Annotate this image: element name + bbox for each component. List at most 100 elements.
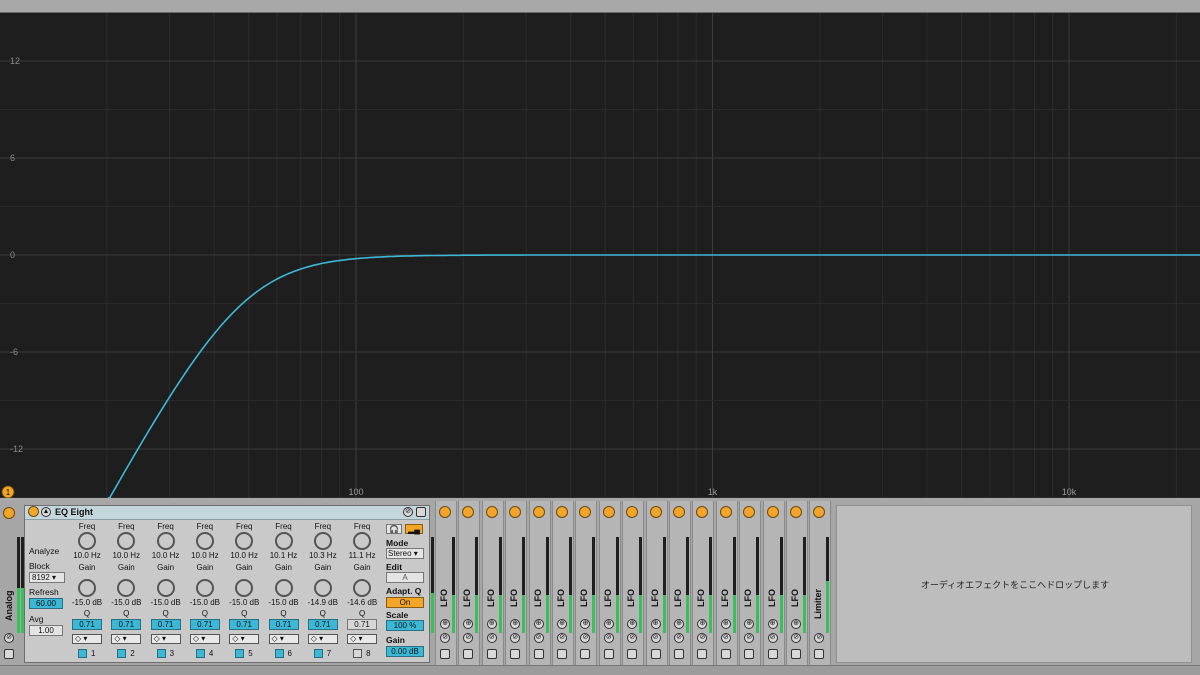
lfo-save-icon[interactable] [767,649,778,659]
lfo-save-icon[interactable] [533,649,544,659]
band-freq-value[interactable]: 10.1 Hz [266,551,302,560]
band-gain-knob[interactable] [313,579,332,597]
refresh-value[interactable]: 60.00 [29,598,63,609]
lfo-save-icon[interactable] [627,649,638,659]
band-enable-toggle[interactable] [117,649,127,658]
band-gain-knob[interactable] [235,579,254,597]
lfo-power-button[interactable] [719,506,732,518]
lfo-save-icon[interactable] [650,649,661,659]
lfo-map-icon[interactable]: ⊕ [720,619,731,629]
lfo-power-button[interactable] [532,506,545,518]
lfo-power-button[interactable] [462,506,475,518]
band-freq-knob[interactable] [313,532,332,550]
lfo-label[interactable]: LFO [696,589,706,607]
lfo-map-icon[interactable]: ⊕ [533,619,544,629]
band-filter-type-select[interactable]: ◇ ▾ [268,634,299,644]
headphone-icon[interactable]: 🎧 [386,524,402,534]
gain-out-value[interactable]: 0.00 dB [386,646,424,657]
band-filter-type-select[interactable]: ◇ ▾ [150,634,181,644]
lfo-map-icon[interactable]: ⊕ [697,619,708,629]
lfo-label[interactable]: LFO [790,589,800,607]
lfo-map-icon[interactable]: ⊕ [603,619,614,629]
lfo-save-icon[interactable] [791,649,801,659]
lfo-hotswap-icon[interactable]: ⊘ [744,633,755,643]
lfo-map-icon[interactable]: ⊕ [486,619,497,629]
band-freq-value[interactable]: 10.0 Hz [69,551,105,560]
band-freq-value[interactable]: 10.0 Hz [148,551,184,560]
lfo-power-button[interactable] [766,506,779,518]
lfo-hotswap-icon[interactable]: ⊘ [650,633,661,643]
lfo-hotswap-icon[interactable]: ⊘ [603,633,614,643]
lfo-save-icon[interactable] [463,649,474,659]
band-q-value[interactable]: 0.71 [307,619,338,630]
lfo-power-button[interactable] [790,506,802,518]
band-gain-knob[interactable] [353,579,372,597]
band-freq-value[interactable]: 10.3 Hz [305,551,341,560]
lfo-hotswap-icon[interactable]: ⊘ [463,633,474,643]
band-q-value[interactable]: 0.71 [229,619,260,630]
band-gain-knob[interactable] [156,579,175,597]
lfo-save-icon[interactable] [744,649,755,659]
lfo-map-icon[interactable]: ⊕ [744,619,755,629]
band-filter-type-select[interactable]: ◇ ▾ [229,634,260,644]
lfo-save-icon[interactable] [440,649,450,659]
lfo-save-icon[interactable] [697,649,708,659]
band-q-value[interactable]: 0.71 [111,619,142,630]
band-gain-value[interactable]: -15.0 dB [106,598,146,607]
band-freq-value[interactable]: 10.0 Hz [187,551,223,560]
band-enable-toggle[interactable] [313,649,323,658]
lfo-map-icon[interactable]: ⊕ [440,619,450,629]
lfo-label[interactable]: LFO [626,589,636,607]
band-enable-toggle[interactable] [195,649,205,658]
block-select[interactable]: 8192 ▾ [29,572,65,583]
scale-value[interactable]: 100 % [386,620,424,631]
lfo-save-icon[interactable] [557,649,567,659]
band-gain-value[interactable]: -15.0 dB [67,598,107,607]
eq-power-button[interactable] [28,506,39,517]
lfo-power-button[interactable] [509,506,522,518]
band-gain-value[interactable]: -14.6 dB [342,598,382,607]
band-filter-type-select[interactable]: ◇ ▾ [111,634,142,644]
lfo-hotswap-icon[interactable]: ⊘ [533,633,544,643]
lfo-hotswap-icon[interactable]: ⊘ [767,633,778,643]
lfo-save-icon[interactable] [486,649,497,659]
band-q-value[interactable]: 0.71 [189,619,220,630]
lfo-label[interactable]: LFO [556,589,566,607]
lfo-power-button[interactable] [696,506,709,518]
eq-title-bar[interactable]: ▲ EQ Eight ⊘ [25,506,429,520]
band-gain-knob[interactable] [78,579,96,597]
lfo-power-button[interactable] [626,506,639,518]
band-enable-toggle[interactable] [156,649,166,658]
lfo-hotswap-icon[interactable]: ⊘ [627,633,638,643]
lfo-hotswap-icon[interactable]: ⊘ [510,633,521,643]
band-q-value[interactable]: 0.71 [150,619,181,630]
lfo-power-button[interactable] [439,506,451,518]
band-freq-knob[interactable] [78,532,96,550]
band-q-value[interactable]: 0.71 [347,619,378,630]
band-enable-toggle[interactable] [353,649,363,658]
lfo-power-button[interactable] [649,506,662,518]
band-filter-type-select[interactable]: ◇ ▾ [347,634,378,644]
lfo-save-icon[interactable] [580,649,591,659]
lfo-save-icon[interactable] [674,649,684,659]
lfo-map-icon[interactable]: ⊕ [791,619,801,629]
lfo-map-icon[interactable]: ⊕ [510,619,521,629]
eq-save-icon[interactable] [416,507,426,517]
limiter-save-icon[interactable] [814,649,825,659]
lfo-hotswap-icon[interactable]: ⊘ [486,633,497,643]
band-gain-knob[interactable] [195,579,214,597]
band-freq-knob[interactable] [274,532,293,550]
band-gain-value[interactable]: -14.9 dB [303,598,343,607]
band-gain-value[interactable]: -15.0 dB [185,598,225,607]
band-freq-knob[interactable] [156,532,175,550]
analog-hotswap-icon[interactable]: ⊘ [4,633,14,643]
band-freq-knob[interactable] [117,532,136,550]
lfo-label[interactable]: LFO [650,589,660,607]
lfo-save-icon[interactable] [510,649,521,659]
lfo-power-button[interactable] [556,506,568,518]
band-freq-value[interactable]: 10.0 Hz [226,551,262,560]
lfo-map-icon[interactable]: ⊕ [627,619,638,629]
lfo-hotswap-icon[interactable]: ⊘ [580,633,591,643]
edit-a-button[interactable]: A [386,572,424,583]
lfo-label[interactable]: LFO [439,589,449,607]
